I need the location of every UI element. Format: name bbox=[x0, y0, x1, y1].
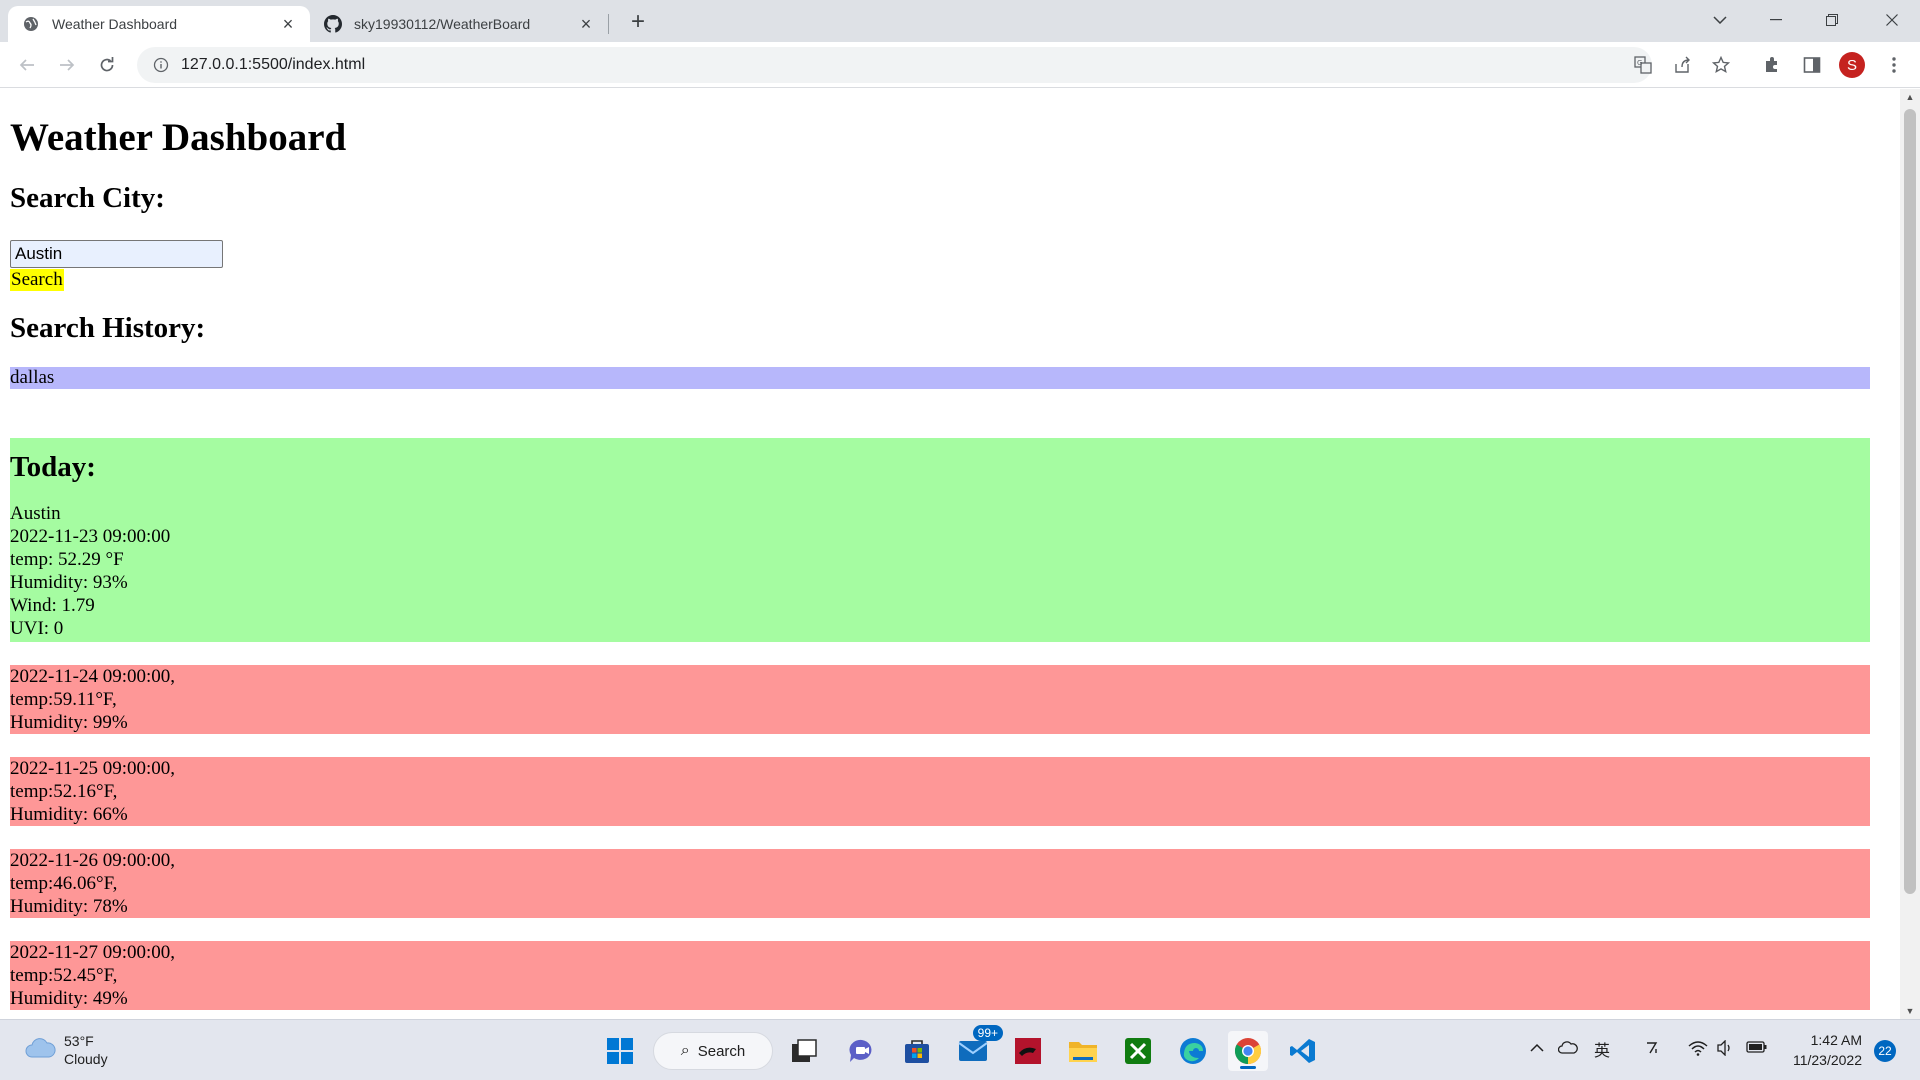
forecast-date: 2022-11-25 09:00:00, bbox=[10, 758, 176, 779]
side-panel-icon[interactable] bbox=[1798, 51, 1826, 79]
onedrive-cloud-icon[interactable] bbox=[1557, 1040, 1578, 1059]
tab-search-chevron-icon[interactable] bbox=[1692, 0, 1748, 40]
tab-separator bbox=[608, 14, 609, 34]
search-icon: ⌕ bbox=[680, 1042, 690, 1059]
start-windows-icon[interactable] bbox=[600, 1031, 640, 1071]
notification-count-badge[interactable]: 22 bbox=[1874, 1040, 1896, 1062]
weather-temp: 53°F bbox=[64, 1033, 94, 1049]
today-heading: Today: bbox=[10, 451, 96, 483]
page-viewport: Weather Dashboard Search City: Search Se… bbox=[0, 89, 1900, 1019]
history-item-dallas[interactable]: dallas bbox=[10, 367, 1870, 389]
forecast-card: 2022-11-26 09:00:00, temp:46.06°F, Humid… bbox=[10, 849, 1870, 918]
search-history-heading: Search History: bbox=[10, 312, 206, 344]
globe-icon bbox=[22, 15, 40, 33]
share-icon[interactable] bbox=[1665, 47, 1701, 83]
forecast-humidity: Humidity: 49% bbox=[10, 988, 128, 1009]
microsoft-store-icon[interactable] bbox=[897, 1031, 937, 1071]
close-window-button[interactable] bbox=[1864, 0, 1920, 40]
task-view-icon[interactable] bbox=[784, 1031, 824, 1071]
forecast-temp: temp:46.06°F, bbox=[10, 873, 118, 894]
forecast-card: 2022-11-27 09:00:00, temp:52.45°F, Humid… bbox=[10, 941, 1870, 1010]
weather-desc: Cloudy bbox=[64, 1051, 108, 1067]
svg-text:G: G bbox=[1637, 59, 1642, 67]
vertical-scrollbar[interactable]: ▲ ▼ bbox=[1900, 89, 1920, 1019]
today-wind: Wind: 1.79 bbox=[10, 595, 95, 616]
dark-app-icon[interactable] bbox=[1008, 1031, 1048, 1071]
edge-icon[interactable] bbox=[1173, 1031, 1213, 1071]
city-search-input[interactable] bbox=[10, 240, 223, 268]
search-city-heading: Search City: bbox=[10, 182, 165, 214]
active-app-indicator bbox=[1240, 1066, 1256, 1069]
forecast-humidity: Humidity: 99% bbox=[10, 712, 128, 733]
profile-avatar[interactable]: S bbox=[1838, 51, 1866, 79]
chrome-menu-icon[interactable] bbox=[1880, 51, 1908, 79]
close-tab-icon[interactable]: × bbox=[278, 14, 298, 34]
mail-badge: 99+ bbox=[972, 1025, 1003, 1041]
clock-date: 11/23/2022 bbox=[1792, 1052, 1862, 1068]
show-hidden-icons-chevron-icon[interactable] bbox=[1530, 1040, 1544, 1058]
browser-tab-strip: Weather Dashboard × sky19930112/WeatherB… bbox=[0, 0, 1920, 42]
forecast-date: 2022-11-27 09:00:00, bbox=[10, 942, 176, 963]
forecast-date: 2022-11-24 09:00:00, bbox=[10, 666, 176, 687]
forecast-card: 2022-11-25 09:00:00, temp:52.16°F, Humid… bbox=[10, 757, 1870, 826]
back-arrow-icon[interactable] bbox=[13, 51, 41, 79]
vscode-icon[interactable] bbox=[1283, 1031, 1323, 1071]
wifi-icon[interactable] bbox=[1688, 1040, 1708, 1061]
new-tab-button[interactable]: + bbox=[624, 8, 652, 36]
cloud-icon bbox=[24, 1037, 56, 1064]
search-button[interactable]: Search bbox=[10, 269, 64, 291]
forecast-card: 2022-11-24 09:00:00, temp:59.11°F, Humid… bbox=[10, 665, 1870, 734]
today-humidity: Humidity: 93% bbox=[10, 572, 128, 593]
taskbar-search-label: Search bbox=[697, 1042, 746, 1060]
file-explorer-icon[interactable] bbox=[1063, 1031, 1103, 1071]
forecast-humidity: Humidity: 78% bbox=[10, 896, 128, 917]
minimize-window-button[interactable] bbox=[1748, 0, 1804, 40]
today-datetime: 2022-11-23 09:00:00 bbox=[10, 526, 171, 547]
windows-taskbar: 53°F Cloudy ⌕ Search 99+ 英 1:42 AM 11/23… bbox=[0, 1019, 1920, 1080]
translate-icon[interactable]: G bbox=[1625, 47, 1661, 83]
site-info-icon[interactable] bbox=[143, 57, 179, 73]
page-content: Weather Dashboard Search City: Search Se… bbox=[0, 115, 1900, 1010]
avatar: S bbox=[1839, 52, 1865, 78]
input-language-indicator[interactable]: 英 bbox=[1594, 1037, 1610, 1061]
battery-icon[interactable] bbox=[1746, 1040, 1768, 1059]
reload-icon[interactable] bbox=[93, 51, 121, 79]
tab-title: Weather Dashboard bbox=[52, 16, 178, 32]
scrollbar-thumb[interactable] bbox=[1904, 109, 1916, 894]
page-title: Weather Dashboard bbox=[10, 116, 347, 159]
chrome-icon[interactable] bbox=[1228, 1031, 1268, 1071]
bookmark-star-icon[interactable] bbox=[1703, 47, 1739, 83]
tab-title: sky19930112/WeatherBoard bbox=[354, 16, 531, 32]
today-city: Austin bbox=[10, 503, 61, 524]
volume-icon[interactable] bbox=[1716, 1039, 1734, 1061]
forecast-temp: temp:52.45°F, bbox=[10, 965, 118, 986]
extensions-puzzle-icon[interactable] bbox=[1758, 51, 1786, 79]
mail-icon[interactable]: 99+ bbox=[953, 1025, 1003, 1071]
today-weather-card: Today: Austin 2022-11-23 09:00:00 temp: … bbox=[10, 438, 1870, 642]
forecast-date: 2022-11-26 09:00:00, bbox=[10, 850, 176, 871]
restore-window-button[interactable] bbox=[1804, 0, 1860, 40]
scroll-down-arrow-icon[interactable]: ▼ bbox=[1900, 1003, 1920, 1019]
scroll-up-arrow-icon[interactable]: ▲ bbox=[1900, 89, 1920, 105]
weather-widget[interactable]: 53°F Cloudy bbox=[24, 1032, 108, 1068]
forward-arrow-icon[interactable] bbox=[53, 51, 81, 79]
today-temp: temp: 52.29 °F bbox=[10, 549, 124, 570]
url-text: 127.0.0.1:5500/index.html bbox=[181, 56, 366, 73]
close-tab-icon[interactable]: × bbox=[576, 14, 596, 34]
system-clock[interactable]: 1:42 AM 11/23/2022 bbox=[1782, 1030, 1862, 1070]
browser-toolbar: 127.0.0.1:5500/index.html G S bbox=[0, 42, 1920, 88]
address-bar[interactable]: 127.0.0.1:5500/index.html G bbox=[137, 47, 1730, 83]
taskbar-search-button[interactable]: ⌕ Search bbox=[653, 1032, 773, 1070]
xbox-icon[interactable] bbox=[1118, 1031, 1158, 1071]
github-icon bbox=[324, 15, 342, 33]
forecast-temp: temp:59.11°F, bbox=[10, 689, 117, 710]
forecast-temp: temp:52.16°F, bbox=[10, 781, 118, 802]
chat-icon[interactable] bbox=[842, 1031, 882, 1071]
ime-mode-icon[interactable] bbox=[1644, 1040, 1660, 1061]
clock-time: 1:42 AM bbox=[1810, 1032, 1862, 1048]
tab-weather-dashboard[interactable]: Weather Dashboard × bbox=[8, 6, 310, 42]
today-uvi: UVI: 0 bbox=[10, 618, 64, 639]
forecast-humidity: Humidity: 66% bbox=[10, 804, 128, 825]
tab-github-repo[interactable]: sky19930112/WeatherBoard × bbox=[310, 6, 608, 42]
